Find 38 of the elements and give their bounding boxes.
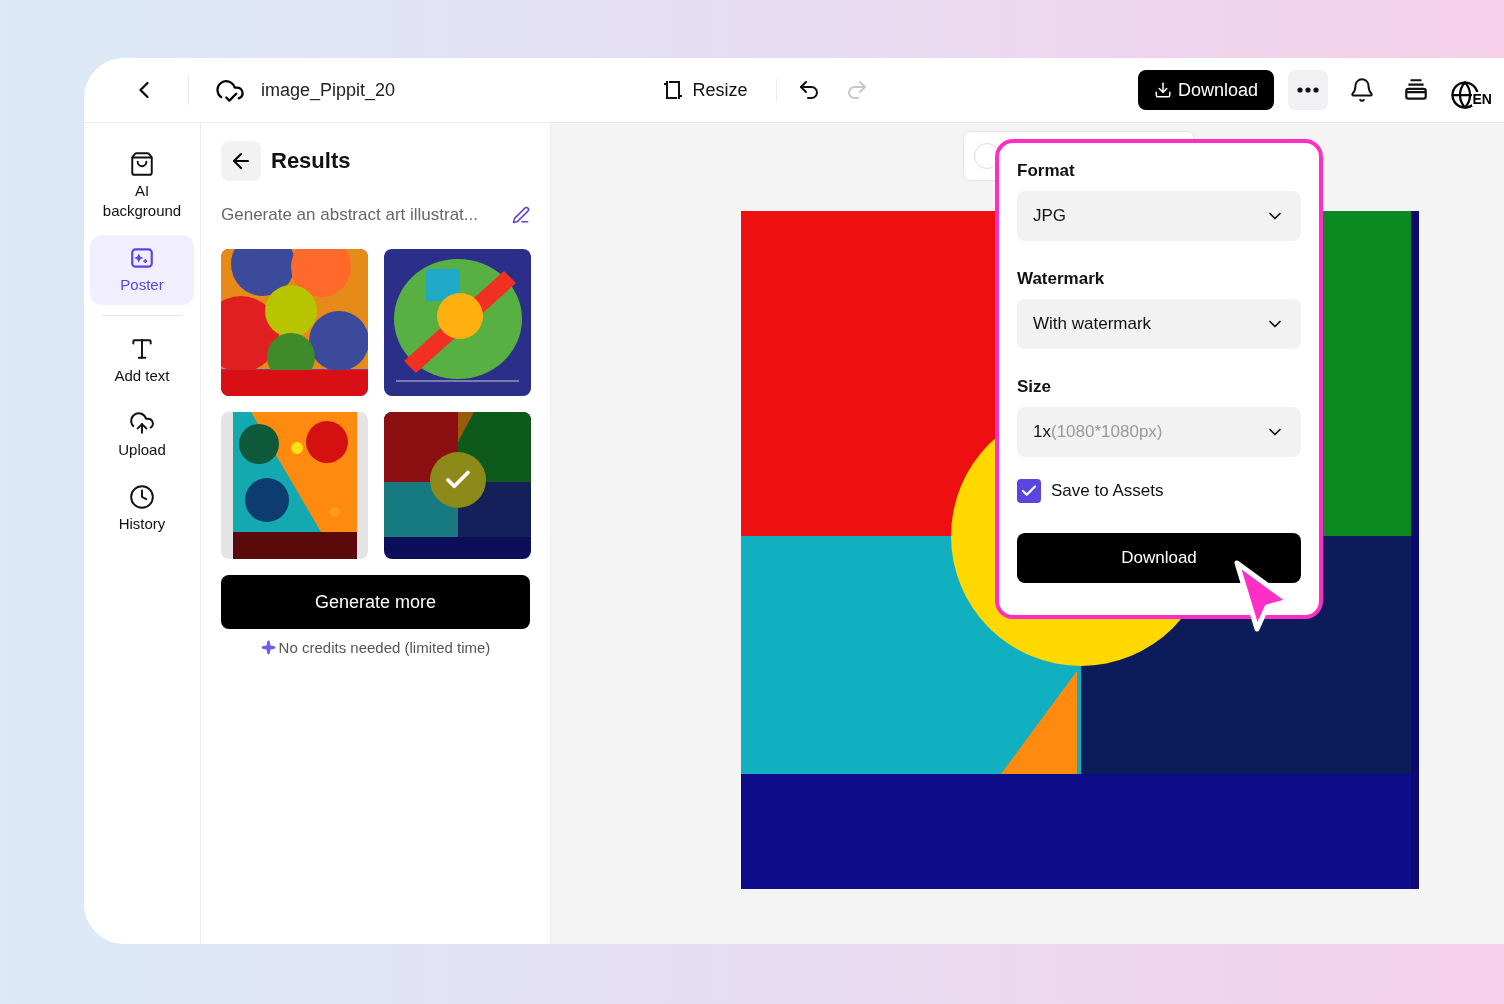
- checkbox[interactable]: [1017, 479, 1041, 503]
- credits-note: No credits needed (limited time): [278, 639, 491, 656]
- thumbnail-artwork-drawing[interactable]: [221, 249, 368, 396]
- field-label: Watermark: [1017, 269, 1106, 289]
- bell-icon: [1349, 77, 1375, 103]
- download-button[interactable]: Download: [1137, 70, 1274, 110]
- upload-icon: [129, 410, 155, 436]
- thumbnail-artwork-drawing[interactable]: [221, 412, 368, 559]
- sidebar-item[interactable]: AI background: [90, 141, 194, 231]
- shopping-bag-icon: [129, 151, 155, 177]
- panel-title: Results: [271, 148, 351, 174]
- download-icon: [1153, 81, 1172, 99]
- field-label: Size: [1017, 377, 1053, 397]
- more-button[interactable]: [1288, 70, 1328, 110]
- poster-icon: [129, 245, 155, 271]
- resize-button[interactable]: Resize: [656, 74, 752, 106]
- dropdown-field[interactable]: With watermark: [1017, 299, 1301, 349]
- sparkle-icon: [260, 640, 276, 655]
- clock-icon: [129, 484, 155, 510]
- generate-more-button[interactable]: Generate more: [221, 575, 530, 629]
- download-button[interactable]: Download: [1017, 533, 1301, 583]
- checkbox-label: Save to Assets: [1051, 481, 1164, 501]
- dropdown-field[interactable]: 1x(1080*1080px): [1017, 407, 1301, 457]
- language-label[interactable]: EN: [1471, 92, 1492, 106]
- prompt-text: Generate an abstract art illustrat...: [221, 205, 478, 225]
- sidebar-item[interactable]: History: [90, 474, 194, 544]
- sidebar-item[interactable]: Add text: [90, 326, 194, 396]
- back-button[interactable]: [221, 141, 261, 181]
- field-label: Format: [1017, 161, 1076, 181]
- sidebar-item[interactable]: Poster: [90, 235, 194, 305]
- file-name[interactable]: image_Pippit_20: [261, 79, 396, 101]
- thumbnail-artwork-drawing[interactable]: [384, 249, 531, 396]
- sidebar-item[interactable]: Upload: [90, 400, 194, 470]
- edit-icon[interactable]: [512, 206, 530, 224]
- text-icon: [129, 336, 155, 362]
- more-icon: [1297, 87, 1319, 93]
- stack-icon: [1403, 77, 1429, 103]
- dropdown-field[interactable]: JPG: [1017, 191, 1301, 241]
